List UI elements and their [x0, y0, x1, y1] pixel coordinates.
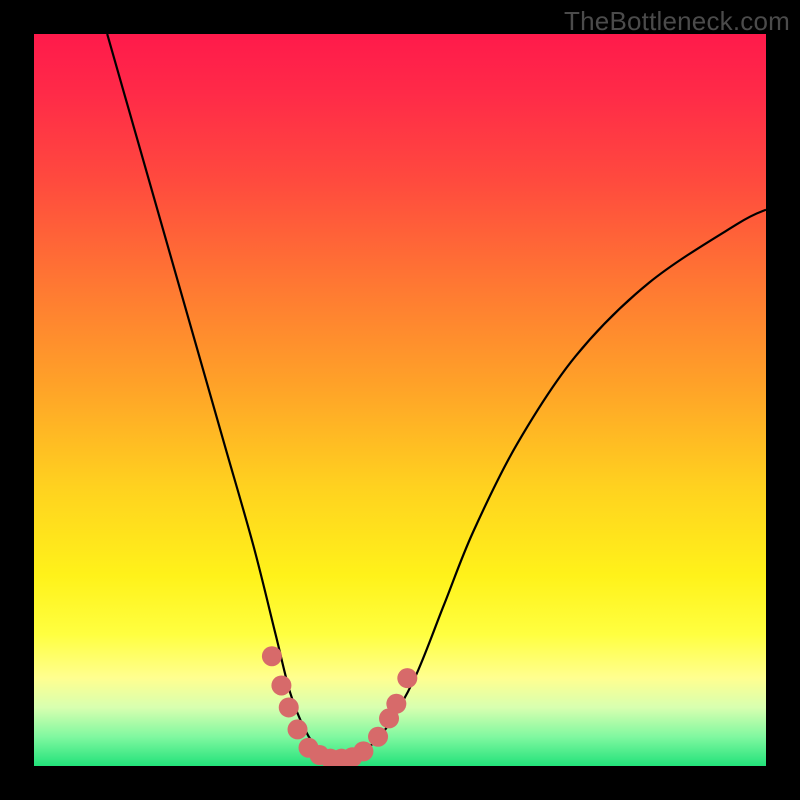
curve-marker	[397, 668, 417, 688]
curve-marker	[262, 646, 282, 666]
curve-marker	[386, 694, 406, 714]
chart-svg	[34, 34, 766, 766]
curve-marker	[353, 741, 373, 761]
bottleneck-curve	[107, 34, 766, 760]
plot-area	[34, 34, 766, 766]
chart-frame: TheBottleneck.com	[0, 0, 800, 800]
curve-marker	[279, 697, 299, 717]
marker-group	[262, 646, 417, 766]
watermark-text: TheBottleneck.com	[564, 6, 790, 37]
curve-marker	[271, 675, 291, 695]
curve-marker	[288, 719, 308, 739]
curve-marker	[368, 727, 388, 747]
